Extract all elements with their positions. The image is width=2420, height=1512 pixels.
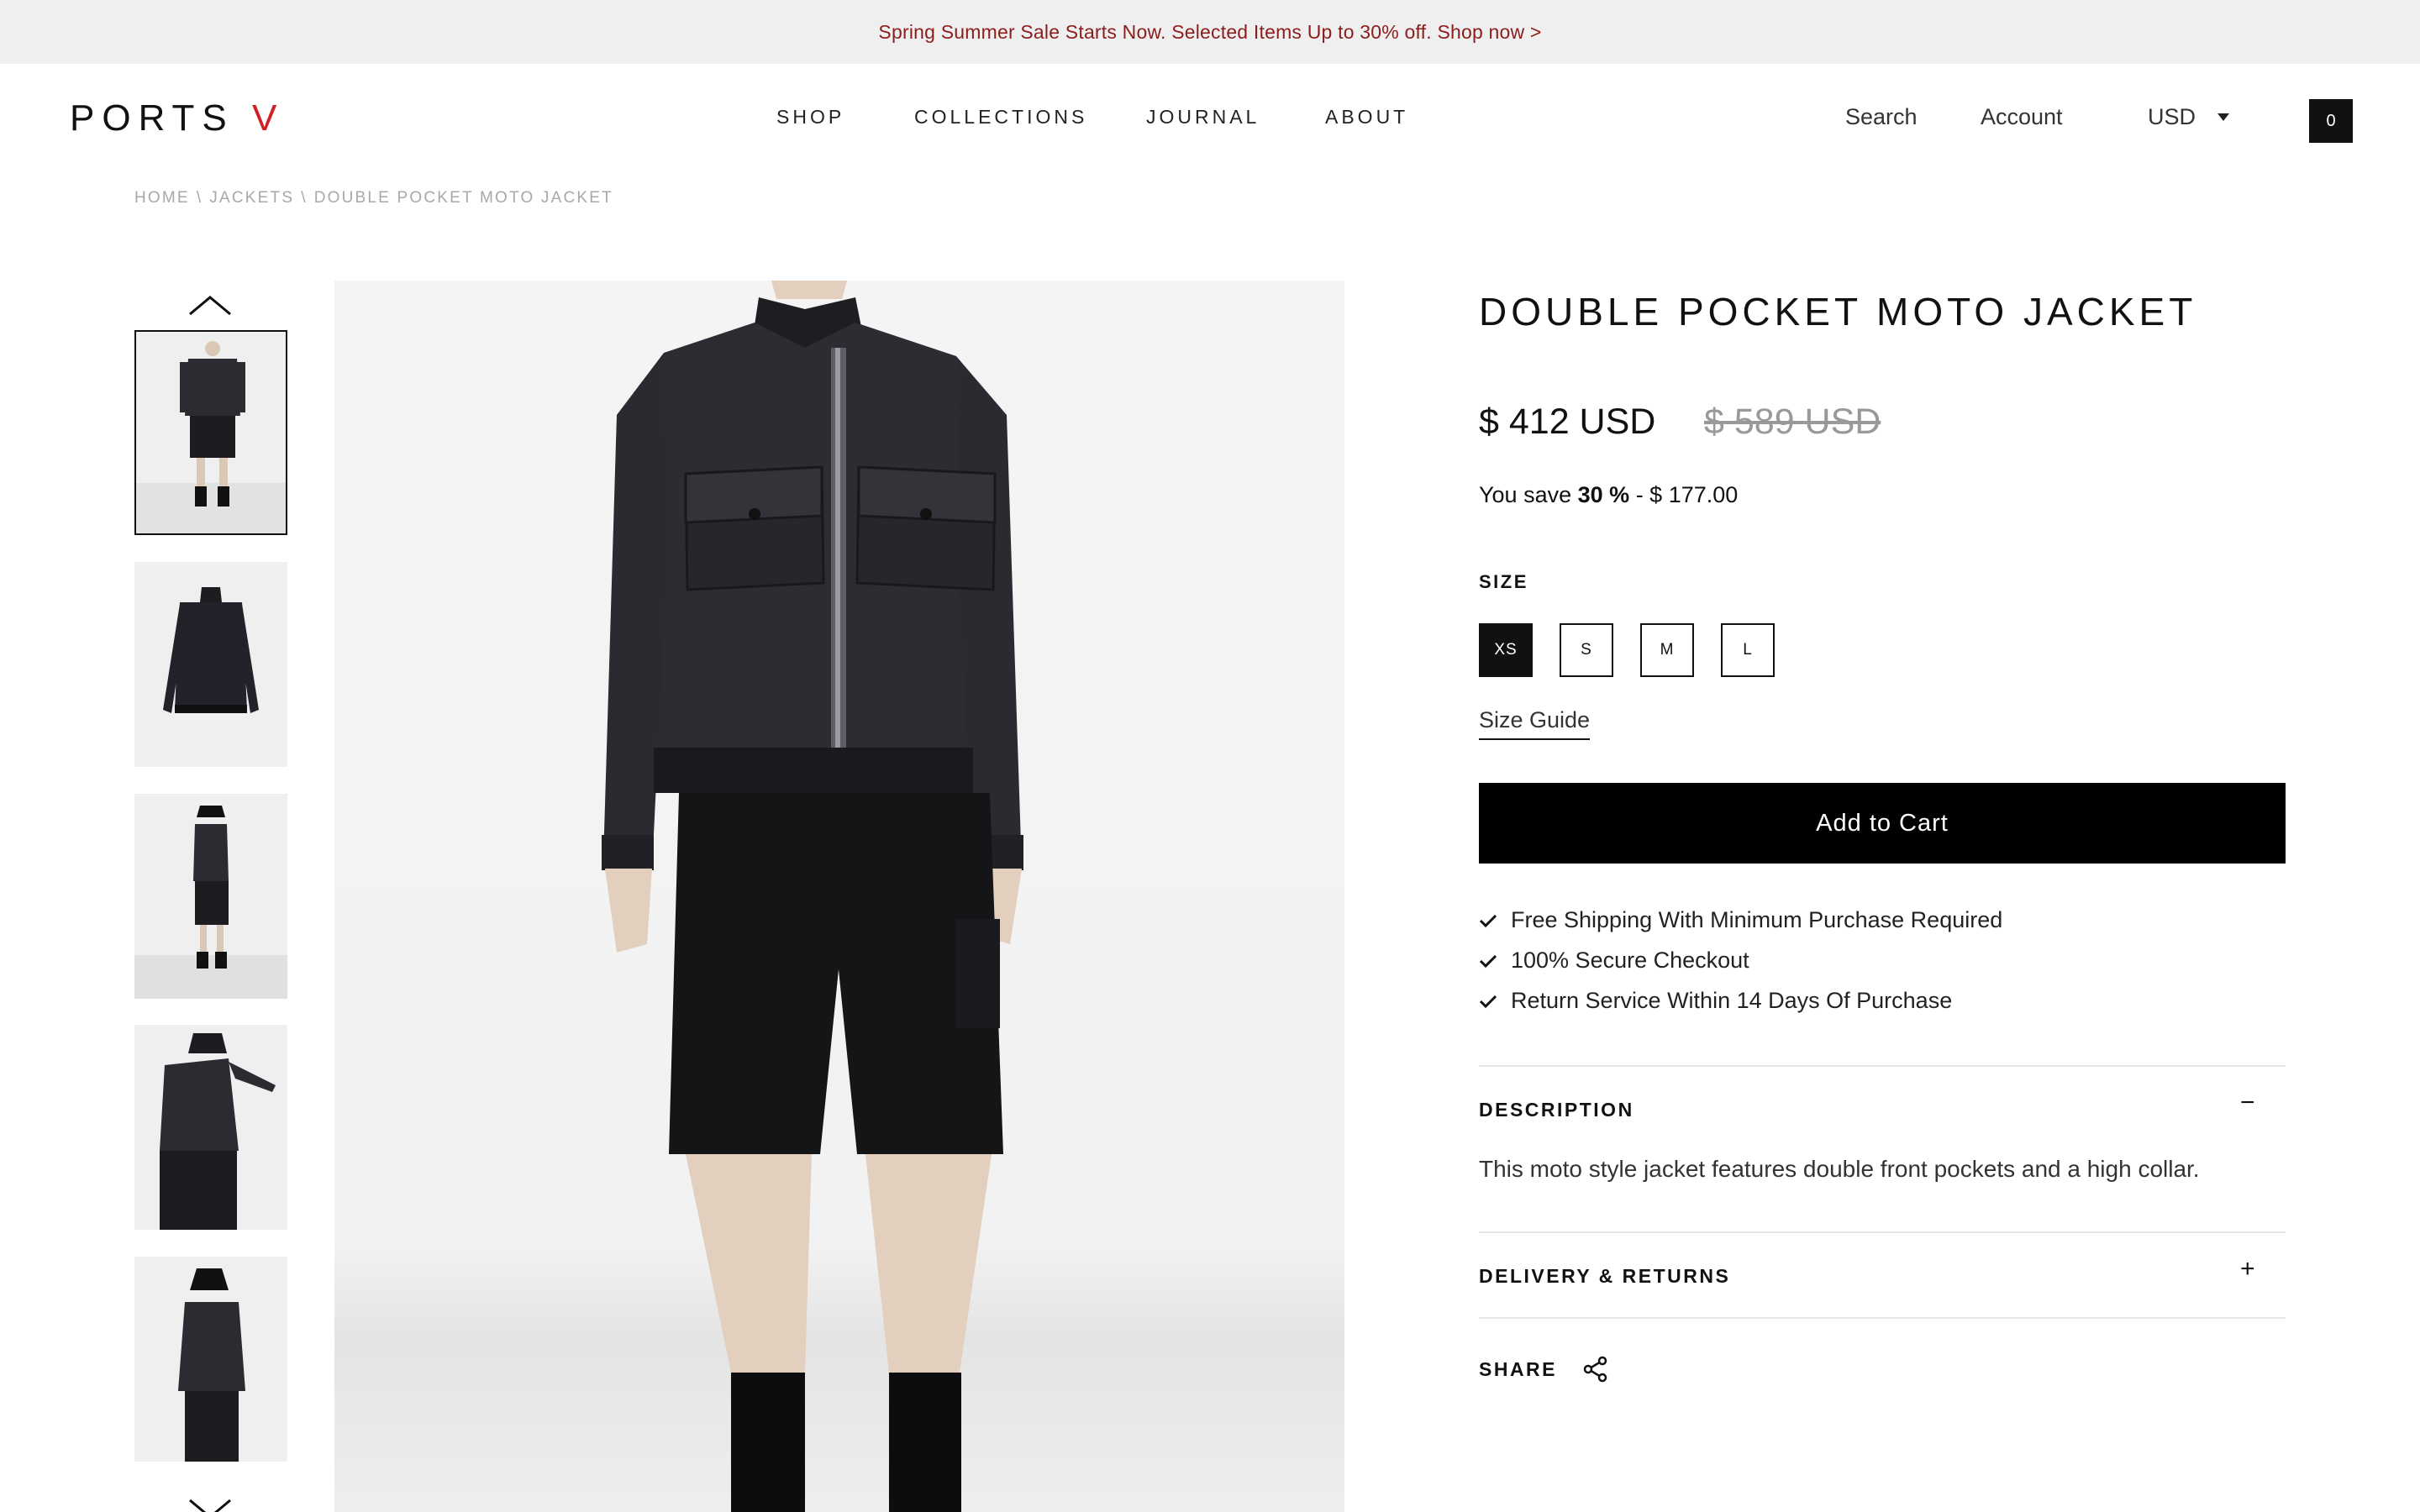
product-title: DOUBLE POCKET MOTO JACKET (1479, 290, 2197, 333)
thumbnail-image (136, 341, 286, 533)
perk-item: Return Service Within 14 Days Of Purchas… (1479, 988, 1952, 1014)
size-option-xs[interactable]: XS (1479, 623, 1533, 677)
size-option-l[interactable]: L (1721, 623, 1775, 677)
breadcrumb-separator: \ (301, 189, 308, 207)
savings-amount: - $ 177.00 (1635, 482, 1739, 507)
breadcrumb: HOME \ JACKETS \ DOUBLE POCKET MOTO JACKET (134, 189, 613, 207)
search-link[interactable]: Search (1845, 104, 1918, 130)
breadcrumb-current: DOUBLE POCKET MOTO JACKET (313, 189, 613, 207)
perk-text: Free Shipping With Minimum Purchase Requ… (1511, 907, 2003, 932)
thumbnail-image (178, 1268, 245, 1462)
perk-item: Free Shipping With Minimum Purchase Requ… (1479, 907, 2002, 933)
divider (1479, 1231, 2286, 1233)
size-guide-link[interactable]: Size Guide (1479, 707, 1591, 740)
share-button[interactable]: SHARE (1479, 1356, 1609, 1383)
nav-journal[interactable]: JOURNAL (1146, 106, 1260, 129)
savings-text: You save 30 % - $ 177.00 (1479, 482, 1738, 508)
description-accordion-header[interactable]: DESCRIPTION (1479, 1099, 2286, 1121)
savings-percent: 30 % (1577, 482, 1630, 507)
share-icon (1583, 1356, 1607, 1383)
breadcrumb-jackets[interactable]: JACKETS (209, 189, 294, 207)
perk-text: 100% Secure Checkout (1511, 948, 1749, 973)
divider (1479, 1317, 2286, 1319)
minus-icon[interactable]: − (2240, 1089, 2255, 1117)
thumbnail-5[interactable] (134, 1257, 287, 1462)
chevron-up-icon[interactable] (187, 294, 234, 318)
perk-text: Return Service Within 14 Days Of Purchas… (1511, 988, 1953, 1013)
breadcrumb-separator: \ (196, 189, 203, 207)
currency-selector[interactable]: USD (2148, 104, 2230, 130)
thumbnail-image (160, 1033, 276, 1230)
original-price: $ 589 USD (1704, 402, 1881, 442)
description-text: This moto style jacket features double f… (1479, 1156, 2200, 1182)
plus-icon[interactable]: + (2240, 1255, 2255, 1284)
announcement-link[interactable]: Spring Summer Sale Starts Now. Selected … (878, 21, 1541, 44)
sale-price: $ 412 USD (1479, 402, 1656, 442)
product-photo (602, 281, 1023, 1512)
main-product-image[interactable] (334, 281, 1344, 1512)
thumbnail-image (163, 587, 259, 713)
currency-value: USD (2148, 104, 2196, 129)
savings-prefix: You save (1479, 482, 1572, 507)
thumbnail-4[interactable] (134, 1025, 287, 1230)
perk-item: 100% Secure Checkout (1479, 948, 1749, 974)
nav-collections[interactable]: COLLECTIONS (914, 106, 1087, 129)
thumbnail-1[interactable] (134, 330, 287, 535)
chevron-down-icon[interactable] (187, 1497, 234, 1512)
share-label: SHARE (1479, 1357, 1558, 1380)
size-option-s[interactable]: S (1560, 623, 1613, 677)
size-label: SIZE (1479, 571, 1528, 592)
thumbnail-3[interactable] (134, 794, 287, 999)
delivery-accordion-header[interactable]: DELIVERY & RETURNS (1479, 1265, 2286, 1288)
thumbnail-2[interactable] (134, 562, 287, 767)
breadcrumb-home[interactable]: HOME (134, 189, 190, 207)
size-option-m[interactable]: M (1640, 623, 1694, 677)
check-icon (1479, 914, 1497, 927)
caret-down-icon (2217, 113, 2230, 121)
announcement-bar: Spring Summer Sale Starts Now. Selected … (0, 0, 2420, 64)
nav-shop[interactable]: SHOP (776, 106, 844, 129)
cart-count: 0 (2326, 111, 2336, 130)
cart-button[interactable]: 0 (2309, 99, 2353, 143)
divider (1479, 1065, 2286, 1067)
nav-about[interactable]: ABOUT (1325, 106, 1408, 129)
thumbnail-image (134, 806, 287, 999)
check-icon (1479, 954, 1497, 968)
add-to-cart-button[interactable]: Add to Cart (1479, 783, 2286, 864)
check-icon (1479, 995, 1497, 1008)
account-link[interactable]: Account (1981, 104, 2063, 130)
